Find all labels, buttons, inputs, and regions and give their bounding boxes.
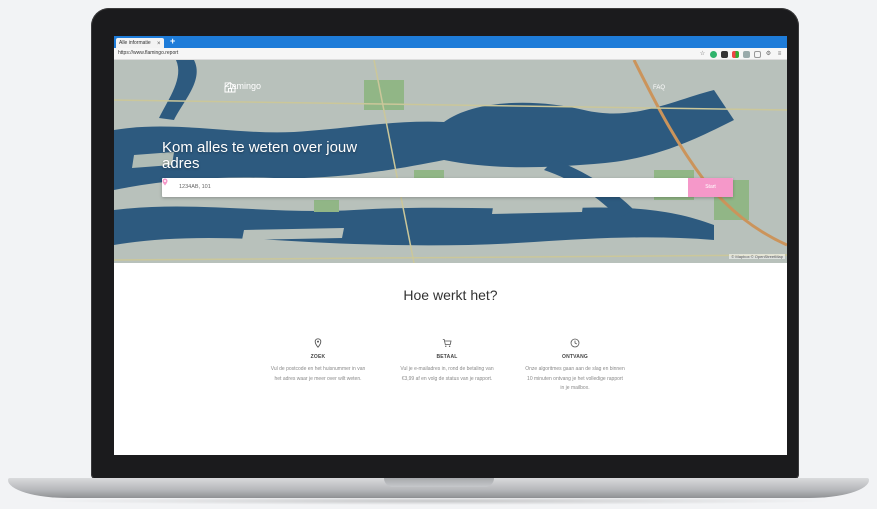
extension-dark-icon[interactable]	[721, 50, 728, 58]
hero-title: Kom alles te weten over jouw adres	[162, 139, 358, 172]
brand-logo[interactable]: Flamingo	[224, 81, 261, 93]
step-text: Vul de postcode en het huisnummer in van…	[270, 366, 366, 382]
section-title: Hoe werkt het?	[403, 287, 498, 303]
start-button[interactable]: Start	[688, 178, 733, 197]
browser-toolbar: ☆ ⚙ ≡	[699, 50, 783, 58]
clock-icon	[570, 338, 580, 348]
address-bar: https://www.flamingo.report ☆ ⚙ ≡	[114, 48, 787, 60]
extension-gray-icon[interactable]	[743, 50, 750, 58]
laptop-shadow	[40, 497, 837, 505]
step-betaal: BETAAL Vul je e-mailadres in, rond de be…	[397, 338, 497, 384]
step-title: ONTVANG	[561, 354, 589, 360]
step-title: BETAAL	[436, 354, 458, 360]
map-pin-icon	[314, 338, 322, 348]
new-tab-button[interactable]: +	[170, 36, 175, 47]
settings-icon[interactable]: ⚙	[765, 51, 772, 58]
extension-square-icon[interactable]	[754, 50, 761, 58]
url-field[interactable]: https://www.flamingo.report	[118, 48, 178, 59]
address-search: 1234AB, 101 Start	[162, 178, 733, 197]
laptop-notch	[384, 478, 494, 487]
step-title: ZOEK	[310, 354, 326, 360]
step-zoek: ZOEK Vul de postcode en het huisnummer i…	[268, 338, 368, 384]
step-ontvang: ONTVANG Onze algoritmes gaan aan de slag…	[525, 338, 625, 394]
menu-icon[interactable]: ≡	[776, 51, 783, 58]
faq-link[interactable]: FAQ	[653, 85, 665, 91]
hero-map: Flamingo FAQ Kom alles te weten over jou…	[114, 60, 787, 263]
step-text: Vul je e-mailadres in, rond de betaling …	[400, 366, 494, 382]
step-text: Onze algoritmes gaan aan de slag en binn…	[525, 366, 625, 391]
map-attribution[interactable]: © Mapbox © OpenStreetMap	[729, 254, 785, 259]
tab-close-icon[interactable]: ×	[157, 40, 161, 48]
extension-green-icon[interactable]	[710, 50, 717, 58]
browser-tab[interactable]: Alle informatie ×	[116, 38, 164, 48]
cart-icon	[442, 339, 452, 347]
browser-window: Alle informatie × + https://www.flamingo…	[114, 36, 787, 455]
tab-bar: Alle informatie × +	[114, 36, 787, 48]
house-icon	[224, 81, 236, 93]
tab-title: Alle informatie	[119, 40, 151, 46]
extension-multicolor-icon[interactable]	[732, 50, 739, 58]
search-input[interactable]: 1234AB, 101	[179, 178, 211, 197]
star-icon[interactable]: ☆	[699, 51, 706, 58]
location-pin-icon	[162, 178, 168, 186]
